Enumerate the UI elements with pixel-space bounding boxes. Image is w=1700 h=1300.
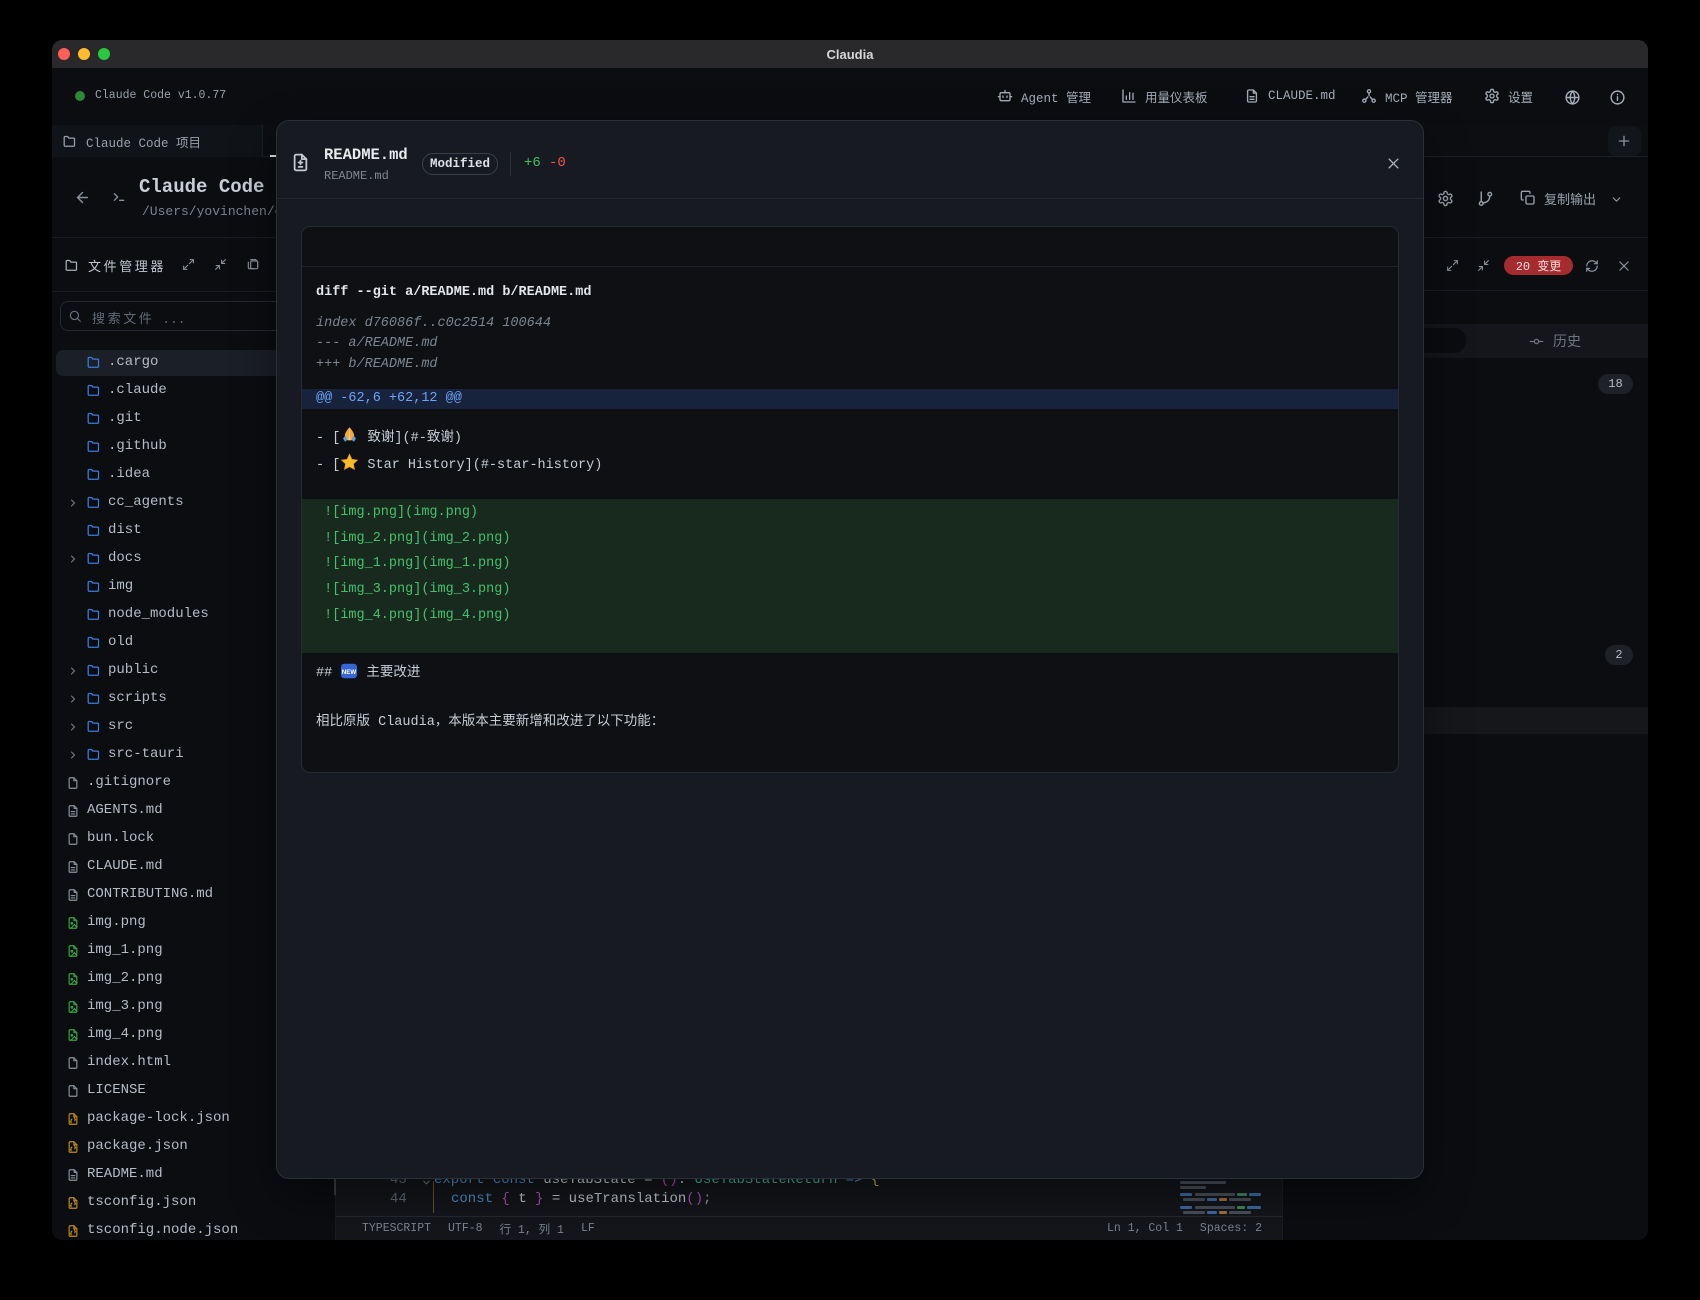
svg-text:NEW: NEW bbox=[342, 669, 357, 676]
